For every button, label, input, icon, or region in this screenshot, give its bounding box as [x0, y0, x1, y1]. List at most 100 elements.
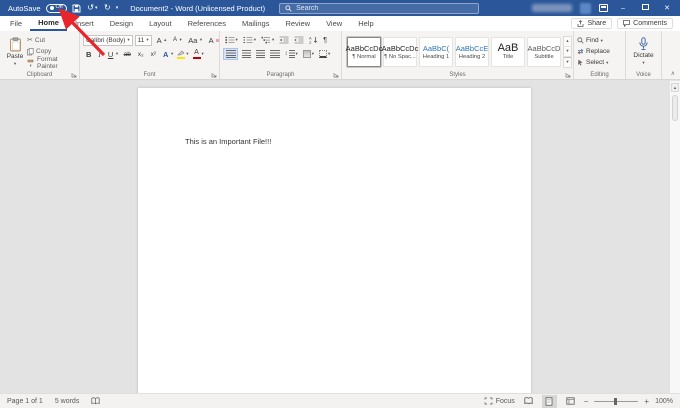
tab-insert[interactable]: Insert	[67, 16, 102, 31]
font-dialog-launcher-icon[interactable]	[211, 72, 217, 78]
zoom-out-button[interactable]: −	[584, 397, 589, 406]
decrease-indent-icon	[279, 36, 289, 44]
proofing-icon[interactable]	[91, 397, 100, 405]
scrollbar-thumb[interactable]	[672, 95, 678, 121]
minimize-icon[interactable]: –	[616, 5, 630, 12]
tab-design[interactable]: Design	[102, 16, 141, 31]
sort-button[interactable]: AZ	[308, 34, 320, 46]
document-text[interactable]: This is an Important File!!!	[185, 137, 271, 146]
align-right-button[interactable]	[254, 48, 266, 60]
shading-button[interactable]: ▾	[301, 48, 315, 60]
decrease-indent-button[interactable]	[278, 34, 291, 46]
replace-button[interactable]: Replace	[577, 47, 610, 57]
find-button[interactable]: Find ▾	[577, 36, 610, 46]
show-hide-paragraph-button[interactable]: ¶	[322, 34, 329, 46]
align-center-button[interactable]	[240, 48, 252, 60]
format-painter-button[interactable]: Format Painter	[27, 55, 76, 70]
select-button[interactable]: Select ▾	[577, 58, 610, 68]
style-normal[interactable]: AaBbCcDc ¶ Normal	[346, 36, 382, 67]
text-effects-button[interactable]: A ▾	[160, 48, 175, 60]
justify-button[interactable]	[268, 48, 281, 60]
styles-more-icon[interactable]: ▾	[564, 56, 571, 67]
zoom-in-button[interactable]: +	[644, 397, 649, 406]
italic-button[interactable]: I	[95, 48, 104, 60]
style-heading2[interactable]: AaBbCcE Heading 2	[455, 36, 489, 67]
search-input[interactable]	[296, 4, 457, 12]
style-title[interactable]: AaB Title	[491, 36, 525, 67]
tab-help[interactable]: Help	[350, 16, 381, 31]
paste-button[interactable]: Paste ▾	[3, 36, 27, 67]
numbering-button[interactable]: ▾	[241, 34, 257, 46]
tab-home[interactable]: Home	[30, 16, 67, 31]
paragraph-dialog-launcher-icon[interactable]	[333, 72, 339, 78]
style-no-spacing-label: ¶ No Spac...	[384, 53, 416, 60]
style-no-spacing[interactable]: AaBbCcDc ¶ No Spac...	[382, 36, 418, 67]
increase-indent-button[interactable]	[293, 34, 306, 46]
ribbon-display-options-icon[interactable]	[599, 4, 608, 12]
tab-view[interactable]: View	[318, 16, 350, 31]
superscript-button[interactable]: x²	[148, 48, 159, 60]
bold-button[interactable]: B	[83, 48, 94, 60]
strikethrough-button[interactable]: ab	[121, 48, 134, 60]
page-indicator[interactable]: Page 1 of 1	[7, 398, 43, 405]
save-icon[interactable]	[72, 4, 81, 13]
document-page[interactable]: This is an Important File!!!	[138, 88, 531, 393]
align-left-button[interactable]	[223, 48, 238, 60]
clipboard-dialog-launcher-icon[interactable]	[71, 72, 77, 78]
tab-mailings[interactable]: Mailings	[234, 16, 278, 31]
redo-icon[interactable]: ↻	[104, 4, 111, 12]
close-icon[interactable]: ✕	[660, 4, 674, 12]
search-bar[interactable]	[279, 2, 480, 14]
web-layout-button[interactable]	[563, 395, 578, 408]
avatar[interactable]	[580, 2, 591, 14]
font-name-dropdown-icon: ▾	[127, 37, 130, 42]
bullets-button[interactable]: ▾	[223, 34, 239, 46]
qat-customize-icon[interactable]: ▾	[116, 5, 119, 11]
styles-scroll-down-icon[interactable]: ▾	[564, 47, 571, 57]
cut-button[interactable]: ✂ Cut	[27, 36, 76, 46]
styles-scroll-up-icon[interactable]: ▴	[564, 37, 571, 47]
tab-review[interactable]: Review	[277, 16, 318, 31]
microphone-icon	[638, 37, 649, 51]
dictate-button[interactable]: Dictate ▾	[629, 33, 658, 70]
font-name-combo[interactable]: Calibri (Body) ▾	[83, 34, 133, 46]
comments-button[interactable]: Comments	[617, 18, 673, 29]
zoom-slider-thumb[interactable]	[614, 397, 618, 405]
change-case-button[interactable]: Aa ▾	[185, 34, 203, 46]
tab-file[interactable]: File	[2, 16, 30, 31]
style-heading1[interactable]: AaBbC( Heading 1	[419, 36, 453, 67]
maximize-icon[interactable]	[638, 4, 652, 12]
focus-button[interactable]: Focus	[484, 397, 515, 405]
collapse-ribbon-icon[interactable]: ∧	[671, 70, 675, 77]
grow-font-button[interactable]: A ▴	[154, 34, 168, 46]
vertical-scrollbar[interactable]: ▴	[669, 81, 680, 393]
undo-button[interactable]: ↺ ▾	[86, 2, 99, 14]
read-mode-button[interactable]	[521, 395, 536, 408]
tab-layout[interactable]: Layout	[141, 16, 180, 31]
scroll-up-icon[interactable]: ▴	[671, 83, 679, 92]
zoom-slider[interactable]	[594, 397, 639, 405]
multilevel-list-button[interactable]: ▾	[260, 34, 276, 46]
shrink-font-button[interactable]: A ▾	[170, 34, 183, 46]
tab-references[interactable]: References	[180, 16, 234, 31]
font-color-button[interactable]: A ▾	[191, 48, 205, 60]
share-button[interactable]: Share	[571, 18, 613, 29]
word-count[interactable]: 5 words	[55, 398, 80, 405]
format-painter-icon	[27, 59, 35, 67]
highlight-button[interactable]: ▾	[176, 48, 190, 60]
web-layout-icon	[566, 397, 575, 405]
format-painter-label: Format Painter	[37, 55, 58, 70]
print-layout-button[interactable]	[541, 394, 557, 408]
clear-formatting-button[interactable]: A	[206, 34, 221, 46]
zoom-level[interactable]: 100%	[655, 398, 673, 405]
subscript-button[interactable]: x₂	[135, 48, 147, 60]
styles-dialog-launcher-icon[interactable]	[565, 72, 571, 78]
autosave-toggle[interactable]: Off	[45, 3, 67, 13]
font-size-combo[interactable]: 11 ▾	[134, 34, 152, 46]
sort-icon: AZ	[309, 36, 318, 44]
style-subtitle[interactable]: AaBbCcD Subtitle	[527, 36, 561, 67]
underline-button[interactable]: U ▾	[105, 48, 120, 60]
line-spacing-button[interactable]: ↕ ▾	[283, 48, 299, 60]
paste-label: Paste	[6, 52, 24, 60]
borders-button[interactable]: ▾	[318, 48, 332, 60]
